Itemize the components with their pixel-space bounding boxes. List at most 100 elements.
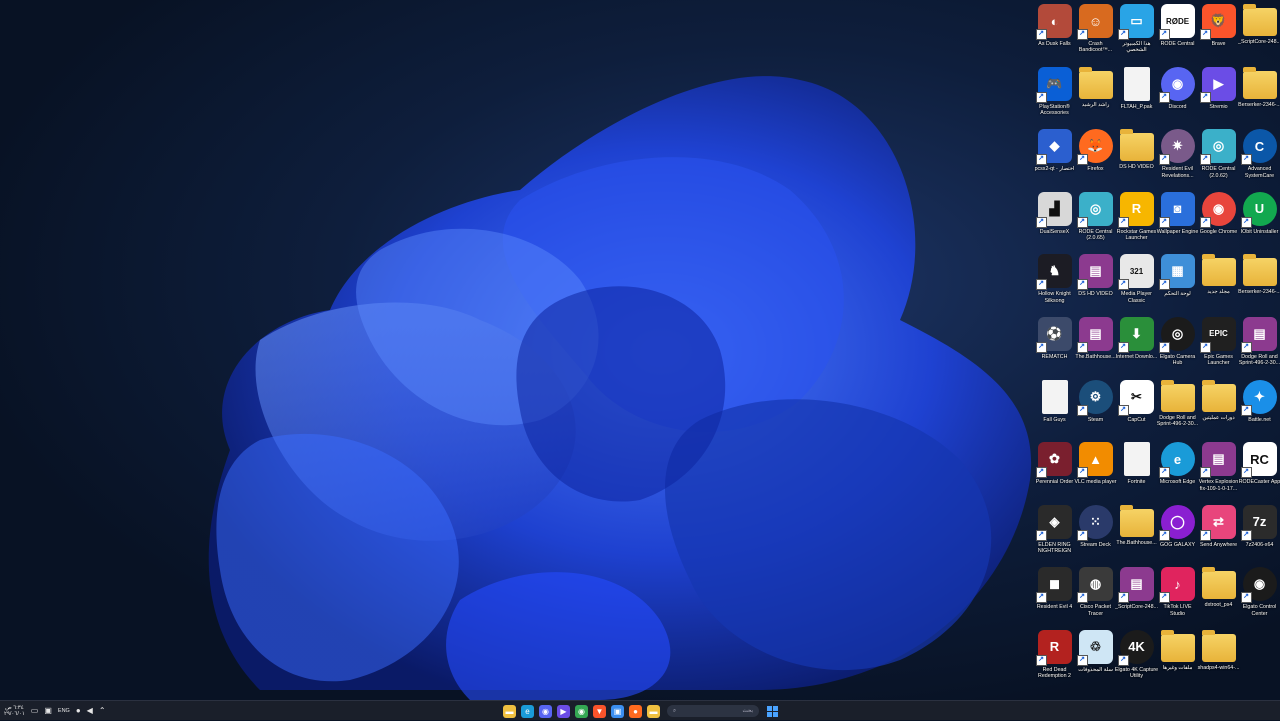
desktop-icon[interactable]: ♲↗سلة المحذوفات <box>1075 628 1116 691</box>
taskbar-clock[interactable]: ٦:٣٤ ص ٢٩/٠٦/٠١ <box>4 705 25 717</box>
desktop-icon[interactable]: R↗Rockstar Games Launcher <box>1116 190 1157 253</box>
desktop-icon[interactable]: The.Bathhouse... <box>1116 503 1157 566</box>
desktop-icon[interactable]: ◉↗Discord <box>1157 65 1198 128</box>
desktop-icon[interactable]: ◉↗Elgato Control Center <box>1239 565 1280 628</box>
store-taskbar-icon[interactable]: ▣ <box>611 705 624 718</box>
desktop-icon[interactable]: U↗IObit Uninstaller <box>1239 190 1280 253</box>
desktop-icon[interactable]: ◍↗Cisco Packet Tracer <box>1075 565 1116 628</box>
desktop-icon[interactable]: ◆↗pcsx2-qt - اختصار <box>1034 127 1075 190</box>
desktop-icon[interactable]: ملفات وغيرها <box>1157 628 1198 691</box>
edge-taskbar-icon[interactable]: e <box>521 705 534 718</box>
volume-icon[interactable]: ◀ <box>87 707 93 715</box>
desktop-icon[interactable]: 🦊↗Firefox <box>1075 127 1116 190</box>
desktop-icon[interactable]: Berserker-2346-... <box>1239 252 1280 315</box>
desktop-icon-label: Internet Downlo... <box>1115 354 1159 360</box>
desktop-icon[interactable]: ◯↗GOG GALAXY <box>1157 503 1198 566</box>
desktop-icon[interactable]: ◐↗As Dusk Falls <box>1034 2 1075 65</box>
shortcut-arrow-icon: ↗ <box>1200 92 1211 103</box>
taskbar-apps: ▬ e ◉ ▶ ◉ ▼ ▣ ● ▬ <box>503 705 660 718</box>
microphone-icon[interactable]: ● <box>76 707 81 715</box>
chrome-taskbar-icon[interactable]: ◉ <box>575 705 588 718</box>
desktop-icon[interactable]: DS HD VIDEO <box>1116 127 1157 190</box>
desktop-icon[interactable]: ▤↗DS HD VIDEO <box>1075 252 1116 315</box>
desktop-icon[interactable]: ▦↗لوحة التحكم <box>1157 252 1198 315</box>
desktop-icon[interactable]: _ScriptCore-248... <box>1239 2 1280 65</box>
desktop-icon[interactable]: ◉↗Google Chrome <box>1198 190 1239 253</box>
desktop-icon[interactable]: ▤↗Vertex Explosion fix-109-1-0-17... <box>1198 440 1239 503</box>
desktop-icon[interactable]: ☺↗Crash Bandicoot™... <box>1075 2 1116 65</box>
desktop-icon-label: هذا الكمبيوتر الشخصي <box>1115 41 1159 54</box>
desktop-icon[interactable]: Dodge Roll and Sprint-496-2-30... <box>1157 378 1198 441</box>
desktop-icon[interactable]: ✂↗CapCut <box>1116 378 1157 441</box>
notification-icon[interactable]: ▭ <box>31 707 39 715</box>
desktop-icon[interactable]: ♪↗TikTok LIVE Studio <box>1157 565 1198 628</box>
desktop-icon[interactable]: dxtroot_ps4 <box>1198 565 1239 628</box>
desktop-icon[interactable]: ♞↗Hollow Knight Silksong <box>1034 252 1075 315</box>
desktop-icon[interactable]: ◈↗ELDEN RING NIGHTREIGN <box>1034 503 1075 566</box>
desktop-icon[interactable]: 7z↗7z2406-x64 <box>1239 503 1280 566</box>
desktop-icon-label: Resident Evil Revelations... <box>1156 166 1200 179</box>
desktop-icon[interactable]: 321↗Media Player Classic <box>1116 252 1157 315</box>
desktop-icon[interactable]: EPIC↗Epic Games Launcher <box>1198 315 1239 378</box>
desktop-icon[interactable]: Fortnite <box>1116 440 1157 503</box>
desktop-icon[interactable]: ⚽↗REMATCH <box>1034 315 1075 378</box>
desktop-icon[interactable]: ✿↗Perennial Order <box>1034 440 1075 503</box>
desktop-icon[interactable]: ◙↗Wallpaper Engine <box>1157 190 1198 253</box>
winrar-icon: ▤↗ <box>1079 317 1113 351</box>
desktop-icon[interactable]: راشد الرشيد <box>1075 65 1116 128</box>
desktop-icon[interactable]: 4K↗Elgato 4K Capture Utility <box>1116 628 1157 691</box>
desktop-icon[interactable]: ✷↗Resident Evil Revelations... <box>1157 127 1198 190</box>
camera-hub-icon: ◎↗ <box>1161 317 1195 351</box>
shortcut-arrow-icon: ↗ <box>1241 342 1252 353</box>
desktop-icon[interactable]: FLTAH_P.pak <box>1116 65 1157 128</box>
desktop-icon[interactable]: RC↗RODECaster App <box>1239 440 1280 503</box>
control-panel-icon: ▦↗ <box>1161 254 1195 288</box>
folder-taskbar-icon[interactable]: ▬ <box>647 705 660 718</box>
desktop-icon[interactable]: ◎↗RODE Central (2.0.65) <box>1075 190 1116 253</box>
language-indicator[interactable]: ENG <box>58 708 70 714</box>
packet-tracer-icon: ◍↗ <box>1079 567 1113 601</box>
shortcut-arrow-icon: ↗ <box>1118 217 1129 228</box>
desktop-icon[interactable]: 🎮↗PlayStation® Accessories <box>1034 65 1075 128</box>
desktop-icon[interactable]: ▶↗Stremio <box>1198 65 1239 128</box>
chevron-up-icon[interactable]: ⌃ <box>99 707 106 715</box>
desktop-icon[interactable]: Fall Guys <box>1034 378 1075 441</box>
desktop-icon[interactable]: ✦↗Battle.net <box>1239 378 1280 441</box>
desktop-icon[interactable]: ▤↗The.Bathhouse... <box>1075 315 1116 378</box>
shortcut-arrow-icon: ↗ <box>1159 342 1170 353</box>
desktop-icon[interactable]: ⇄↗Send Anywhere <box>1198 503 1239 566</box>
firefox-taskbar-icon[interactable]: ● <box>629 705 642 718</box>
taskbar-search-box[interactable]: ⌕ بحث <box>667 705 759 717</box>
desktop-icon[interactable]: ◎↗RODE Central (2.0.62) <box>1198 127 1239 190</box>
stremio-taskbar-icon[interactable]: ▶ <box>557 705 570 718</box>
brave-taskbar-icon[interactable]: ▼ <box>593 705 606 718</box>
start-button[interactable] <box>766 705 779 718</box>
desktop-icon[interactable]: ▤↗_ScriptCore-248... <box>1116 565 1157 628</box>
desktop-icon[interactable]: ⬇↗Internet Downlo... <box>1116 315 1157 378</box>
desktop-icon[interactable]: ◎↗Elgato Camera Hub <box>1157 315 1198 378</box>
desktop-icon[interactable]: ⁙↗Stream Deck <box>1075 503 1116 566</box>
shortcut-arrow-icon: ↗ <box>1118 342 1129 353</box>
network-icon[interactable]: ▣ <box>44 707 52 715</box>
desktop-icon[interactable]: ▲↗VLC media player <box>1075 440 1116 503</box>
desktop-icon[interactable]: مجلد جديد <box>1198 252 1239 315</box>
desktop-icon[interactable]: ▤↗Dodge Roll and Sprint-496-2-30... <box>1239 315 1280 378</box>
discord-taskbar-icon[interactable]: ◉ <box>539 705 552 718</box>
desktop-icon[interactable]: Berserker-2346-... <box>1239 65 1280 128</box>
desktop-icon[interactable]: ⚙↗Steam <box>1075 378 1116 441</box>
desktop-icon-label: TikTok LIVE Studio <box>1156 604 1200 617</box>
desktop-icon[interactable]: C↗Advanced SystemCare <box>1239 127 1280 190</box>
chrome-icon: ◉↗ <box>1202 192 1236 226</box>
desktop-icon[interactable]: RØDE↗RODE Central <box>1157 2 1198 65</box>
desktop-icon[interactable]: R↗Red Dead Redemption 2 <box>1034 628 1075 691</box>
shortcut-arrow-icon: ↗ <box>1077 467 1088 478</box>
desktop-icon[interactable]: 🦁↗Brave <box>1198 2 1239 65</box>
desktop-icon[interactable]: دورات عمليتين <box>1198 378 1239 441</box>
desktop-icon[interactable]: shadps4-win64-... <box>1198 628 1239 691</box>
desktop-icon[interactable]: ◼↗Resident Evil 4 <box>1034 565 1075 628</box>
desktop-icon[interactable]: e↗Microsoft Edge <box>1157 440 1198 503</box>
desktop-icon[interactable]: ▟↗DualSenseX <box>1034 190 1075 253</box>
desktop-icon[interactable]: ▭↗هذا الكمبيوتر الشخصي <box>1116 2 1157 65</box>
gog-icon: ◯↗ <box>1161 505 1195 539</box>
file-explorer-taskbar-icon[interactable]: ▬ <box>503 705 516 718</box>
